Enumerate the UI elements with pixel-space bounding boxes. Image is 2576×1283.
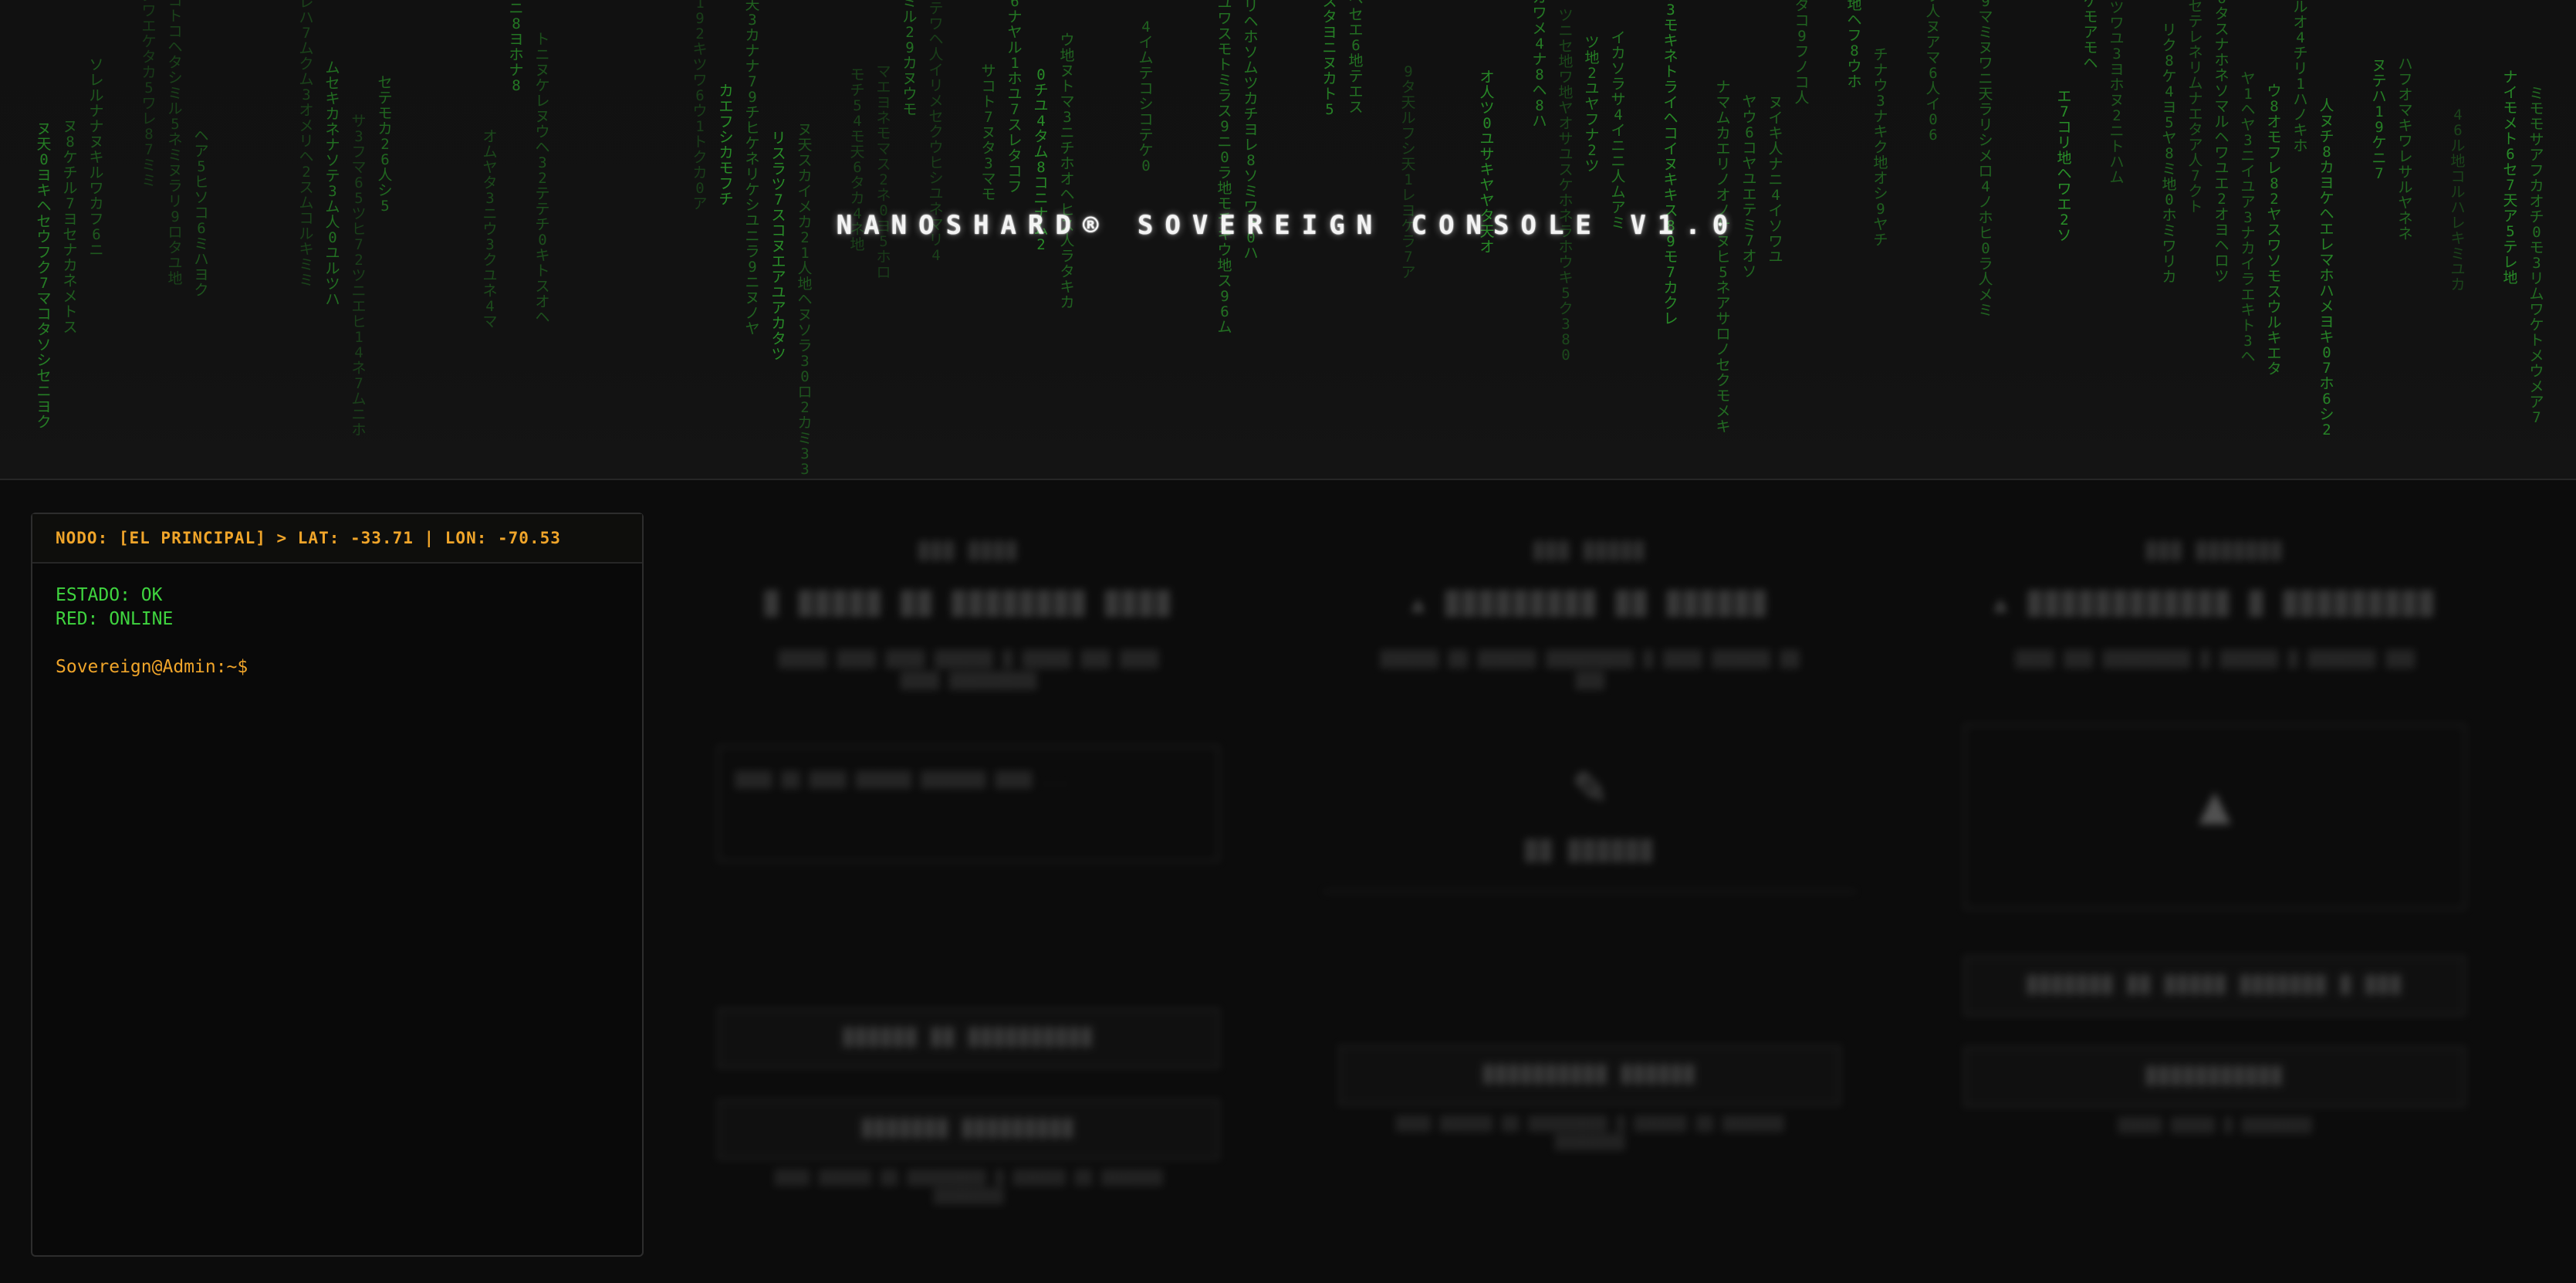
console-screen: ヌ 天 0 ヨ キ ヘ セ ウ フ ク 7 マ コ タ ソ シ セ ニ ヨ ク … xyxy=(0,0,2576,1283)
status-line-estado: ESTADO: OK xyxy=(56,585,163,605)
terminal-panel: NODO: [EL PRINCIPAL] > LAT: -33.71 | LON… xyxy=(31,513,644,1257)
terminal-header: NODO: [EL PRINCIPAL] > LAT: -33.71 | LON… xyxy=(32,514,642,564)
terminal-prompt[interactable]: Sovereign@Admin:~$ xyxy=(56,655,619,679)
dimmed-modules: ▓▓▓ ▓▓▓▓ ▓ ▓▓▓▓▓ ▓▓ ▓▓▓▓▓▓▓▓ ▓▓▓▓ ▓▓▓▓▓ … xyxy=(671,502,2547,1266)
terminal-body[interactable]: ESTADO: OK RED: ONLINE Sovereign@Admin:~… xyxy=(32,564,642,699)
status-line-red: RED: ONLINE xyxy=(56,609,174,629)
module-panel: ▓▓▓ ▓▓▓▓▓▓▓ ▲ ▓▓▓▓▓▓▓▓▓▓▓▓ ▓ ▓▓▓▓▓▓▓▓▓ ▓… xyxy=(1918,502,2512,1266)
module-panel: ▓▓▓ ▓▓▓▓ ▓ ▓▓▓▓▓ ▓▓ ▓▓▓▓▓▓▓▓ ▓▓▓▓ ▓▓▓▓▓ … xyxy=(671,502,1266,1266)
module-panel: ▓▓▓ ▓▓▓▓▓ ▲ ▓▓▓▓▓▓▓▓▓ ▓▓ ▓▓▓▓▓▓ ▓▓▓▓▓▓ ▓… xyxy=(1293,502,1887,1266)
page-title: NANOSHARD® SOVEREIGN CONSOLE V1.0 xyxy=(836,210,1740,241)
